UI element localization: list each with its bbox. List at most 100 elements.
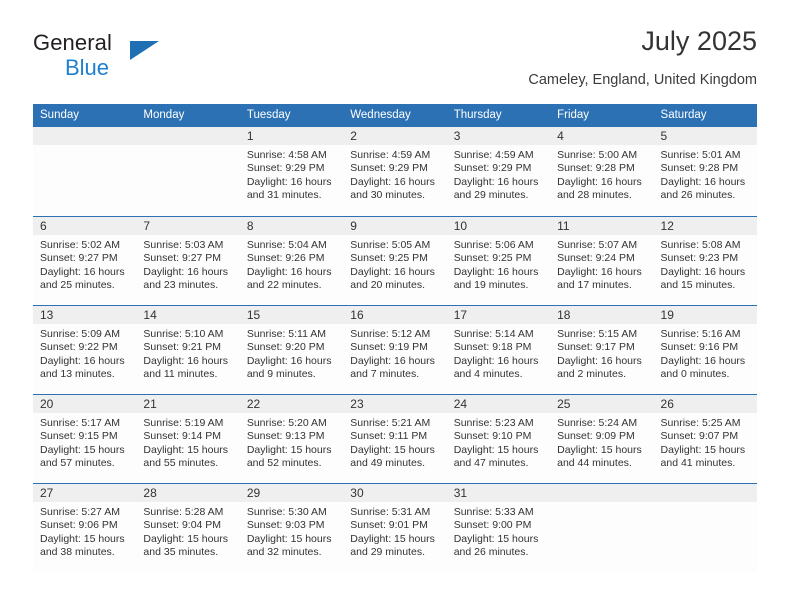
- daylight-text-line1: Daylight: 15 hours: [40, 532, 125, 545]
- calendar-week-row: 20 Sunrise: 5:17 AM Sunset: 9:15 PM Dayligh…: [33, 394, 757, 483]
- daylight-text-line1: Daylight: 16 hours: [453, 175, 539, 188]
- day-cell[interactable]: 21 Sunrise: 5:19 AM Sunset: 9:14 PM Dayligh…: [136, 395, 240, 483]
- day-cell[interactable]: 25 Sunrise: 5:24 AM Sunset: 9:09 PM Dayligh…: [550, 395, 654, 483]
- sunset-text: Sunset: 9:17 PM: [557, 341, 635, 354]
- day-cell[interactable]: 22 Sunrise: 5:20 AM Sunset: 9:13 PM Dayligh…: [239, 395, 344, 483]
- sunset-text: Sunset: 9:29 PM: [453, 162, 532, 175]
- day-details: Sunrise: 5:10 AM Sunset: 9:21 PM Daylight:…: [136, 324, 239, 381]
- day-cell[interactable]: 9 Sunrise: 5:05 AM Sunset: 9:25 PM Daylight…: [343, 217, 447, 305]
- day-cell[interactable]: 31 Sunrise: 5:33 AM Sunset: 9:00 PM Dayligh…: [446, 484, 551, 572]
- day-cell[interactable]: 15 Sunrise: 5:11 AM Sunset: 9:20 PM Dayligh…: [239, 306, 344, 394]
- day-cell[interactable]: 30 Sunrise: 5:31 AM Sunset: 9:01 PM Dayligh…: [343, 484, 447, 572]
- day-number-band: 16: [343, 306, 447, 324]
- day-cell[interactable]: 20 Sunrise: 5:17 AM Sunset: 9:15 PM Dayligh…: [33, 395, 137, 483]
- day-number-band: 10: [446, 217, 551, 235]
- sunrise-text: Sunrise: 5:25 AM: [660, 417, 741, 429]
- sunset-text: Sunset: 9:22 PM: [40, 341, 118, 354]
- calendar-week-row: 13 Sunrise: 5:09 AM Sunset: 9:22 PM Dayligh…: [33, 305, 757, 394]
- day-details: Sunrise: 5:15 AM Sunset: 9:17 PM Daylight:…: [550, 324, 653, 381]
- sunrise-text: Sunrise: 5:20 AM: [246, 417, 327, 429]
- daylight-text-line1: Daylight: 16 hours: [40, 265, 125, 278]
- day-cell[interactable]: 16 Sunrise: 5:12 AM Sunset: 9:19 PM Dayligh…: [343, 306, 447, 394]
- daylight-text-line1: Daylight: 16 hours: [453, 265, 539, 278]
- day-cell[interactable]: 11 Sunrise: 5:07 AM Sunset: 9:24 PM Dayligh…: [550, 217, 654, 305]
- sunset-text: Sunset: 9:14 PM: [143, 430, 222, 443]
- weekday-header-wednesday: Wednesday: [350, 109, 411, 121]
- day-number: 23: [350, 397, 364, 411]
- sunrise-text: Sunrise: 5:27 AM: [40, 506, 120, 518]
- day-cell[interactable]: 1 Sunrise: 4:58 AM Sunset: 9:29 PM Daylight…: [239, 127, 344, 216]
- day-cell[interactable]: 4 Sunrise: 5:00 AM Sunset: 9:28 PM Daylight…: [550, 127, 654, 216]
- calendar-grid: Sunday Monday Tuesday Wednesday Thursday Frid…: [33, 104, 757, 572]
- day-details: Sunrise: 5:25 AM Sunset: 9:07 PM Daylight:…: [654, 413, 757, 470]
- day-number-band: 3: [446, 127, 551, 145]
- day-details: Sunrise: 5:07 AM Sunset: 9:24 PM Daylight:…: [550, 235, 653, 292]
- day-cell[interactable]: 14 Sunrise: 5:10 AM Sunset: 9:21 PM Dayligh…: [136, 306, 240, 394]
- day-number-band: 1: [239, 127, 344, 145]
- day-cell[interactable]: 23 Sunrise: 5:21 AM Sunset: 9:11 PM Dayligh…: [343, 395, 447, 483]
- day-cell[interactable]: 10 Sunrise: 5:06 AM Sunset: 9:25 PM Dayligh…: [446, 217, 551, 305]
- day-cell[interactable]: 17 Sunrise: 5:14 AM Sunset: 9:18 PM Dayligh…: [446, 306, 551, 394]
- day-number-band: 12: [653, 217, 757, 235]
- day-cell[interactable]: 19 Sunrise: 5:16 AM Sunset: 9:16 PM Dayligh…: [653, 306, 757, 394]
- day-number-band: 15: [239, 306, 344, 324]
- day-cell[interactable]: 5 Sunrise: 5:01 AM Sunset: 9:28 PM Daylight…: [653, 127, 757, 216]
- daylight-text-line1: Daylight: 16 hours: [660, 354, 746, 367]
- day-details: Sunrise: 5:12 AM Sunset: 9:19 PM Daylight:…: [343, 324, 446, 381]
- sunrise-text: Sunrise: 5:07 AM: [557, 239, 638, 251]
- sunrise-text: Sunrise: 5:02 AM: [40, 239, 120, 251]
- empty-day-cell: [550, 484, 654, 572]
- day-cell[interactable]: 2 Sunrise: 4:59 AM Sunset: 9:29 PM Daylight…: [343, 127, 447, 216]
- day-number: 7: [143, 219, 151, 233]
- day-cell[interactable]: 27 Sunrise: 5:27 AM Sunset: 9:06 PM Dayligh…: [33, 484, 137, 572]
- day-cell[interactable]: 24 Sunrise: 5:23 AM Sunset: 9:10 PM Dayligh…: [446, 395, 551, 483]
- day-cell[interactable]: 6 Sunrise: 5:02 AM Sunset: 9:27 PM Daylight…: [33, 217, 137, 305]
- day-details: Sunrise: 5:30 AM Sunset: 9:03 PM Daylight:…: [240, 502, 343, 559]
- triangle-icon: [130, 41, 159, 60]
- day-details: Sunrise: 5:00 AM Sunset: 9:28 PM Daylight:…: [550, 145, 653, 202]
- day-number-band: 31: [446, 484, 551, 502]
- day-cell[interactable]: 28 Sunrise: 5:28 AM Sunset: 9:04 PM Dayligh…: [136, 484, 240, 572]
- day-details: Sunrise: 5:05 AM Sunset: 9:25 PM Daylight:…: [343, 235, 446, 292]
- day-cell[interactable]: 7 Sunrise: 5:03 AM Sunset: 9:27 PM Daylight…: [136, 217, 240, 305]
- sunset-text: Sunset: 9:25 PM: [350, 252, 428, 265]
- daylight-text-line2: and 7 minutes.: [350, 367, 420, 380]
- daylight-text-line1: Daylight: 16 hours: [660, 175, 746, 188]
- day-number: 24: [453, 397, 468, 411]
- day-cell[interactable]: 18 Sunrise: 5:15 AM Sunset: 9:17 PM Dayligh…: [550, 306, 654, 394]
- day-number: 20: [40, 397, 54, 411]
- day-cell[interactable]: 12 Sunrise: 5:08 AM Sunset: 9:23 PM Dayligh…: [653, 217, 757, 305]
- day-details: Sunrise: 5:08 AM Sunset: 9:23 PM Daylight:…: [654, 235, 757, 292]
- daylight-text-line1: Daylight: 15 hours: [350, 532, 435, 545]
- day-details: Sunrise: 4:58 AM Sunset: 9:29 PM Daylight:…: [240, 145, 343, 202]
- day-details: Sunrise: 5:28 AM Sunset: 9:04 PM Daylight:…: [136, 502, 239, 559]
- calendar-week-row: 27 Sunrise: 5:27 AM Sunset: 9:06 PM Dayligh…: [33, 483, 757, 572]
- day-cell[interactable]: 3 Sunrise: 4:59 AM Sunset: 9:29 PM Daylight…: [446, 127, 551, 216]
- sunset-text: Sunset: 9:19 PM: [350, 341, 428, 354]
- weekday-header-tuesday: Tuesday: [246, 109, 291, 121]
- daylight-text-line2: and 41 minutes.: [660, 456, 736, 469]
- day-number-band: 13: [33, 306, 137, 324]
- day-number: 14: [143, 308, 157, 322]
- weekday-header-row: Sunday Monday Tuesday Wednesday Thursday Frid…: [33, 104, 757, 127]
- daylight-text-line2: and 30 minutes.: [350, 188, 425, 201]
- day-details: Sunrise: 5:06 AM Sunset: 9:25 PM Daylight:…: [447, 235, 550, 292]
- daylight-text-line2: and 15 minutes.: [660, 278, 736, 291]
- day-cell[interactable]: 26 Sunrise: 5:25 AM Sunset: 9:07 PM Dayligh…: [653, 395, 757, 483]
- day-number: 5: [660, 129, 668, 143]
- daylight-text-line2: and 26 minutes.: [453, 545, 529, 558]
- daylight-text-line2: and 32 minutes.: [246, 545, 322, 558]
- day-number: 22: [246, 397, 261, 411]
- daylight-text-line1: Daylight: 15 hours: [660, 443, 746, 456]
- day-cell[interactable]: 29 Sunrise: 5:30 AM Sunset: 9:03 PM Dayligh…: [239, 484, 344, 572]
- day-number: 31: [453, 486, 468, 500]
- calendar-week-row: 6 Sunrise: 5:02 AM Sunset: 9:27 PM Daylight…: [33, 216, 757, 305]
- day-cell[interactable]: 13 Sunrise: 5:09 AM Sunset: 9:22 PM Dayligh…: [33, 306, 137, 394]
- day-number: 10: [453, 219, 468, 233]
- day-number-band: [653, 484, 757, 502]
- day-details: Sunrise: 5:14 AM Sunset: 9:18 PM Daylight:…: [447, 324, 550, 381]
- day-details: [550, 502, 653, 506]
- day-number: 2: [350, 129, 357, 143]
- day-cell[interactable]: 8 Sunrise: 5:04 AM Sunset: 9:26 PM Daylight…: [239, 217, 344, 305]
- weekday-header-saturday: Saturday: [660, 109, 707, 121]
